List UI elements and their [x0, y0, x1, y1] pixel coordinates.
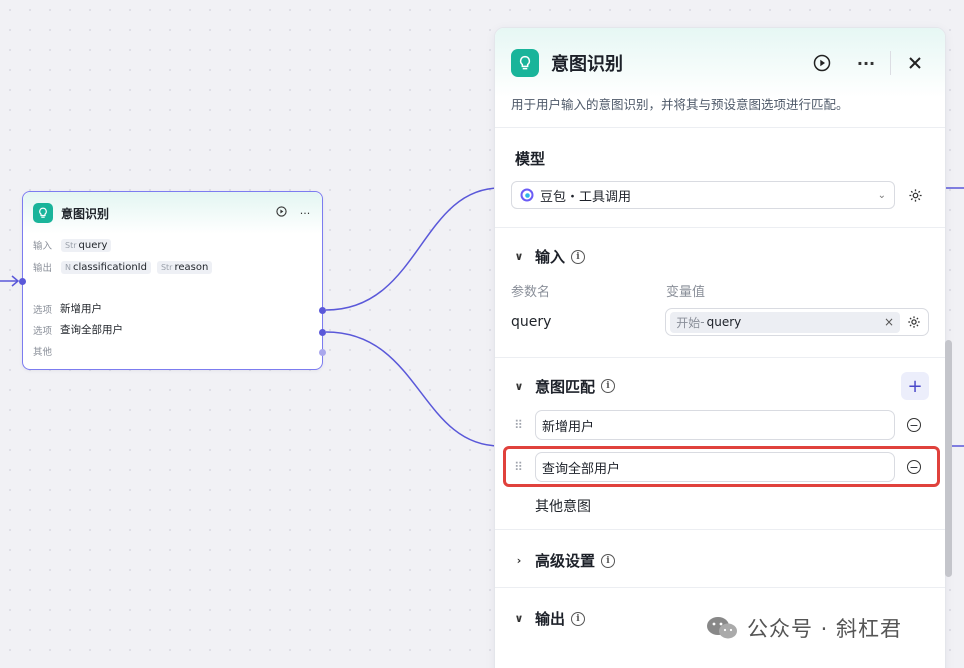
variable-reference-field[interactable]: 开始 - query × — [665, 308, 929, 336]
model-select[interactable]: 豆包・工具调用 ⌄ — [511, 181, 895, 209]
panel-header: 意图识别 ··· 用于用户输入的意图识别，并将其与预设意图选项进行匹配。 — [495, 28, 945, 128]
header-divider — [890, 51, 891, 75]
input-port[interactable] — [19, 278, 26, 285]
info-icon[interactable]: i — [571, 249, 586, 264]
chevron-down-icon: ∨ — [514, 612, 524, 625]
intent-section-title: 意图匹配 — [535, 377, 596, 396]
chevron-right-icon: › — [516, 554, 522, 567]
panel-description: 用于用户输入的意图识别，并将其与预设意图选项进行匹配。 — [511, 97, 849, 112]
input-tag: Str query — [61, 238, 112, 252]
chevron-down-icon: ⌄ — [877, 189, 886, 201]
output-tag: Str reason — [156, 260, 213, 274]
input-type: Str — [65, 240, 77, 250]
output-port[interactable] — [319, 307, 326, 314]
output-label: 输出 — [33, 263, 53, 274]
node-input-row: 输入 Str query — [23, 234, 322, 256]
info-icon[interactable]: i — [601, 379, 616, 393]
input-section: ∨ 输入 i 参数名 变量值 query 开始 - query × — [495, 228, 945, 358]
chevron-down-icon: ∨ — [514, 250, 524, 263]
input-section-title: 输入 — [535, 248, 566, 266]
var-separator: - — [700, 315, 705, 329]
option-value: 新增用户 — [60, 303, 102, 315]
var-value-header: 变量值 — [666, 285, 706, 300]
node-more-icon[interactable]: ··· — [298, 207, 312, 220]
output-port[interactable] — [319, 349, 326, 356]
wechat-icon — [707, 617, 737, 639]
info-icon[interactable]: i — [571, 611, 586, 626]
node-settings-panel: 意图识别 ··· 用于用户输入的意图识别，并将其与预设意图选项进行匹配。 模型 … — [494, 27, 946, 668]
model-value: 豆包・工具调用 — [540, 189, 632, 205]
clear-icon[interactable]: × — [884, 315, 894, 329]
var-source: 开始 — [676, 315, 701, 330]
node-option-row: 选项 新增用户 — [23, 298, 322, 319]
intent-section-header[interactable]: ∨ 意图匹配 i + — [511, 358, 929, 400]
input-section-header[interactable]: ∨ 输入 i — [511, 228, 929, 267]
highlight-box — [503, 446, 940, 487]
var-name: query — [706, 315, 742, 329]
variable-settings-gear-icon[interactable] — [904, 312, 924, 332]
model-settings-gear-icon[interactable] — [905, 185, 925, 205]
output-name: classificationId — [72, 261, 147, 273]
output-type: Str — [160, 262, 173, 272]
param-name-header: 参数名 — [511, 285, 551, 300]
node-header: 意图识别 ··· — [23, 192, 322, 234]
param-name: query — [511, 314, 552, 330]
input-name: query — [78, 239, 108, 251]
watermark: 公众号 · 斜杠君 — [705, 613, 902, 643]
intent-node[interactable]: 意图识别 ··· 输入 Str query 输出 NclassificationI… — [19, 191, 326, 370]
output-section-title: 输出 — [535, 610, 566, 628]
output-name: reason — [174, 261, 209, 273]
node-title: 意图识别 — [61, 206, 110, 221]
option-label: 其他 — [33, 346, 53, 358]
remove-intent-icon[interactable]: − — [907, 418, 921, 432]
intent-input[interactable]: 新增用户 — [535, 410, 895, 440]
edge-option-2 — [325, 331, 501, 447]
output-tag: NclassificationId — [61, 260, 151, 274]
node-run-icon[interactable] — [274, 206, 288, 220]
option-label: 选项 — [33, 325, 53, 337]
chevron-down-icon: ∨ — [514, 379, 524, 393]
info-icon[interactable]: i — [601, 553, 616, 568]
intent-icon — [33, 203, 53, 223]
output-port[interactable] — [319, 329, 326, 336]
output-type: N — [65, 262, 71, 272]
edge-option-1 — [325, 187, 501, 311]
close-icon[interactable] — [901, 49, 929, 77]
doubao-icon — [520, 188, 534, 202]
node-output-row: 输出 NclassificationId Str reason — [23, 256, 322, 278]
more-icon[interactable]: ··· — [852, 49, 880, 77]
node-option-row: 选项 查询全部用户 — [23, 319, 322, 340]
run-icon[interactable] — [808, 49, 836, 77]
model-section-title: 模型 — [515, 150, 546, 168]
panel-scrollbar[interactable] — [945, 340, 952, 577]
other-intent: 其他意图 — [535, 499, 591, 515]
node-option-row: 其他 — [23, 340, 322, 361]
option-label: 选项 — [33, 304, 53, 316]
intent-section: ∨ 意图匹配 i + ⠿ 新增用户 − ⠿ 查询全部用户 − 其他意图 — [495, 358, 945, 530]
advanced-section: › 高级设置 i — [495, 530, 945, 588]
watermark-text: 公众号 · 斜杠君 — [747, 617, 903, 641]
advanced-section-title: 高级设置 — [535, 552, 596, 570]
model-section: 模型 豆包・工具调用 ⌄ — [495, 128, 945, 228]
intent-text: 新增用户 — [542, 419, 595, 435]
option-value: 查询全部用户 — [60, 324, 123, 336]
advanced-section-header[interactable]: › 高级设置 i — [511, 530, 929, 571]
drag-handle-icon[interactable]: ⠿ — [511, 419, 525, 431]
variable-reference-tag: 开始 - query × — [670, 311, 900, 333]
intent-icon — [511, 49, 539, 77]
panel-title: 意图识别 — [551, 54, 623, 75]
add-intent-button[interactable]: + — [901, 372, 929, 400]
input-label: 输入 — [33, 241, 53, 252]
